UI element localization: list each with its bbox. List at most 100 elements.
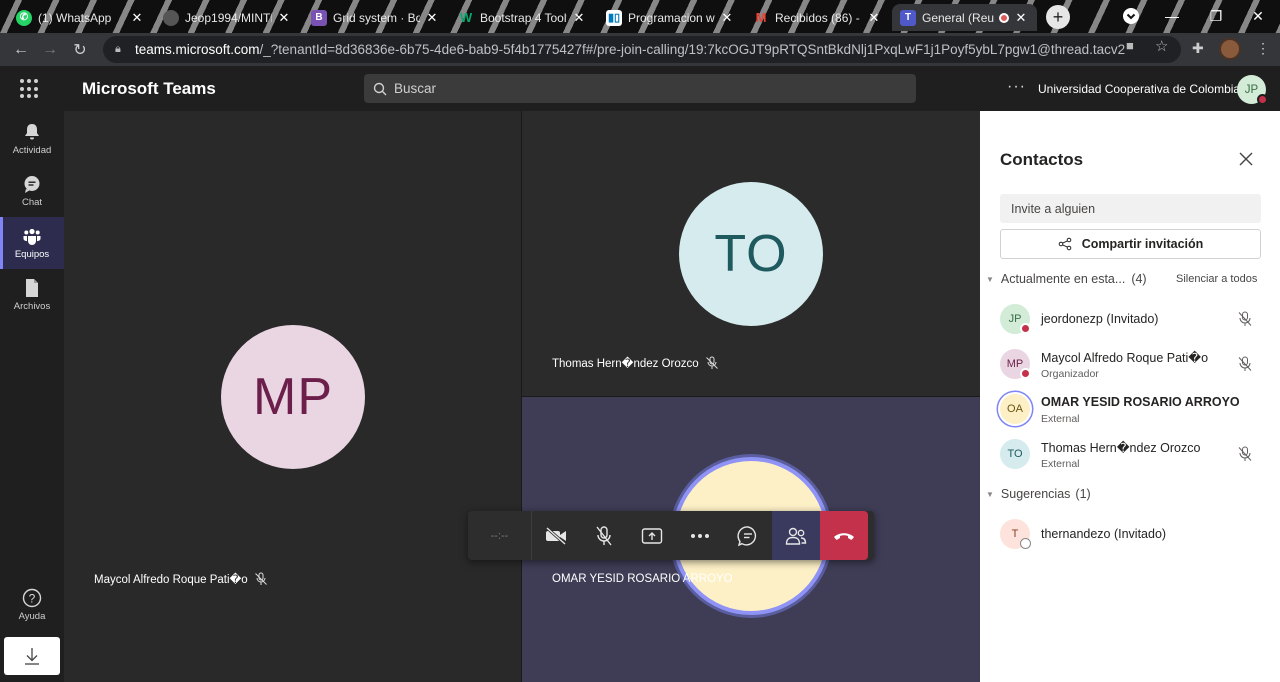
suggested-contact-item[interactable]: T thernandezo (Invitado) — [998, 514, 1268, 554]
camera-blocked-icon[interactable]: ■ — [1126, 38, 1134, 53]
hang-up-button[interactable] — [820, 511, 868, 560]
bell-icon — [25, 124, 39, 140]
restore-window-icon[interactable]: ❐ — [1202, 4, 1230, 28]
tab-gmail[interactable]: M Recibidos (86) - je ✕ — [745, 4, 890, 31]
participant-list-item[interactable]: OA OMAR YESID ROSARIO ARROYO External — [998, 389, 1268, 429]
tab-search-icon[interactable] — [1117, 4, 1145, 28]
collapse-caret-icon: ▼ — [986, 489, 994, 499]
invite-placeholder: Invite a alguien — [1011, 201, 1096, 216]
tab-label: (1) WhatsApp — [38, 10, 112, 25]
participant-tile[interactable]: MP Maycol Alfredo Roque Pati�o — [64, 111, 521, 682]
bootstrap-icon: B — [311, 9, 327, 26]
file-icon — [26, 279, 38, 297]
section-count: (4) — [1131, 272, 1147, 286]
close-tab-icon[interactable]: ✕ — [571, 10, 587, 26]
browser-profile-avatar[interactable] — [1219, 38, 1241, 60]
avatar: OA — [1000, 394, 1030, 424]
mic-muted-icon[interactable] — [1237, 311, 1253, 327]
close-tab-icon[interactable]: ✕ — [719, 10, 735, 26]
forward-arrow-icon[interactable]: → — [39, 39, 61, 61]
close-tab-icon[interactable]: ✕ — [129, 10, 145, 26]
participant-name: Maycol Alfredo Roque Pati�o — [1041, 351, 1209, 365]
close-window-icon[interactable]: ✕ — [1244, 4, 1272, 28]
rail-item-help[interactable]: ? Ayuda — [0, 579, 64, 631]
invite-input[interactable]: Invite a alguien — [1000, 194, 1261, 223]
participant-name-text: Maycol Alfredo Roque Pati�o — [94, 574, 248, 586]
participants-panel: Contactos Invite a alguien Compartir inv… — [980, 111, 1280, 682]
suggestions-section-header[interactable]: ▼ Sugerencias (1) — [986, 487, 1091, 501]
mic-muted-icon[interactable] — [1237, 446, 1253, 462]
bookmark-star-icon[interactable]: ☆ — [1155, 37, 1168, 55]
share-screen-button[interactable] — [628, 511, 676, 560]
tab-label: Grid system · Boo — [333, 10, 420, 25]
participants-icon — [785, 527, 807, 545]
camera-toggle-button[interactable] — [532, 511, 580, 560]
recording-indicator-icon — [999, 12, 1009, 23]
tab-github[interactable]: Jeop1994/MINTIC ✕ — [155, 4, 300, 31]
teams-header: Microsoft Teams Buscar ··· Universidad C… — [0, 66, 1280, 111]
share-label: Compartir invitación — [1081, 237, 1204, 251]
call-stage: MP Maycol Alfredo Roque Pati�o TO Thomas… — [64, 111, 980, 682]
chrome-menu-icon[interactable]: ⋮ — [1256, 40, 1270, 57]
mic-toggle-button[interactable] — [580, 511, 628, 560]
app-title: Microsoft Teams — [82, 79, 216, 98]
tab-bootstrap-tooltip[interactable]: W Bootstrap 4 Toolti ✕ — [450, 4, 595, 31]
browser-tab-bar: ✆ (1) WhatsApp ✕ Jeop1994/MINTIC ✕ B Gri… — [0, 0, 1280, 33]
chat-bubble-icon — [737, 525, 757, 546]
search-input[interactable]: Buscar — [364, 74, 916, 103]
more-horizontal-icon — [691, 533, 709, 538]
rail-label: Chat — [21, 197, 43, 208]
show-participants-button[interactable] — [772, 511, 820, 560]
collapse-caret-icon: ▼ — [986, 274, 994, 284]
close-panel-icon[interactable] — [1238, 151, 1254, 167]
tab-label: Recibidos (86) - je — [775, 10, 862, 25]
download-app-button[interactable] — [4, 637, 60, 675]
camera-off-icon — [546, 526, 566, 545]
trello-icon: ▮▯ — [606, 9, 622, 26]
gmail-icon: M — [755, 10, 767, 25]
app-launcher-icon[interactable] — [20, 79, 40, 99]
tab-label: Programacion we — [628, 10, 715, 25]
url-text: teams.microsoft.com/_?tenantId=8d36836e-… — [135, 42, 1126, 57]
participant-list-item[interactable]: JP jeordonezp (Invitado) — [998, 299, 1268, 339]
rail-item-chat[interactable]: Chat — [0, 165, 64, 217]
participant-list-item[interactable]: TO Thomas Hern�ndez Orozco External — [998, 434, 1268, 474]
in-meeting-section-header[interactable]: ▼ Actualmente en esta... (4) — [986, 272, 1147, 286]
close-tab-icon[interactable]: ✕ — [276, 10, 292, 26]
rail-item-activity[interactable]: Actividad — [0, 113, 64, 165]
tab-whatsapp[interactable]: ✆ (1) WhatsApp ✕ — [8, 4, 153, 31]
more-options-icon[interactable]: ··· — [1007, 78, 1026, 96]
extensions-puzzle-icon[interactable]: ✚ — [1192, 40, 1204, 57]
tab-label: General (Reu — [922, 10, 995, 25]
tab-teams-active[interactable]: T General (Reu ✕ — [892, 4, 1037, 31]
rail-label: Equipos — [14, 249, 50, 260]
address-bar[interactable]: 🔒︎ teams.microsoft.com/_?tenantId=8d3683… — [103, 36, 1181, 63]
share-invitation-button[interactable]: Compartir invitación — [1000, 229, 1261, 259]
mute-all-link[interactable]: Silenciar a todos — [1176, 273, 1257, 285]
tab-bootstrap-grid[interactable]: B Grid system · Boo ✕ — [303, 4, 448, 31]
section-count: (1) — [1075, 487, 1091, 501]
more-actions-button[interactable] — [676, 511, 724, 560]
minimize-window-icon[interactable]: — — [1158, 4, 1186, 28]
call-timer: --:-- — [468, 511, 532, 560]
mic-muted-icon[interactable] — [1237, 356, 1253, 372]
participant-list-item[interactable]: MP Maycol Alfredo Roque Pati�o Organizad… — [998, 344, 1268, 384]
tab-label: Bootstrap 4 Toolti — [480, 10, 567, 25]
back-arrow-icon[interactable]: ← — [10, 39, 32, 61]
close-tab-icon[interactable]: ✕ — [424, 10, 440, 26]
w3schools-icon: W — [459, 10, 473, 25]
rail-item-teams[interactable]: Equipos — [0, 217, 64, 269]
mic-muted-icon — [254, 572, 267, 585]
participant-name-text: OMAR YESID ROSARIO ARROYO — [552, 573, 733, 585]
close-tab-icon[interactable]: ✕ — [866, 10, 882, 26]
tab-label: Jeop1994/MINTIC — [185, 10, 272, 25]
mic-muted-icon — [705, 356, 718, 369]
rail-item-files[interactable]: Archivos — [0, 269, 64, 321]
close-tab-icon[interactable]: ✕ — [1013, 10, 1029, 26]
reload-icon[interactable]: ↻ — [69, 39, 91, 61]
participant-tile[interactable]: TO Thomas Hern�ndez Orozco — [522, 111, 980, 396]
tab-trello[interactable]: ▮▯ Programacion we ✕ — [598, 4, 743, 31]
github-icon — [163, 9, 179, 26]
new-tab-button[interactable]: + — [1046, 5, 1070, 29]
show-conversation-button[interactable] — [724, 511, 772, 560]
